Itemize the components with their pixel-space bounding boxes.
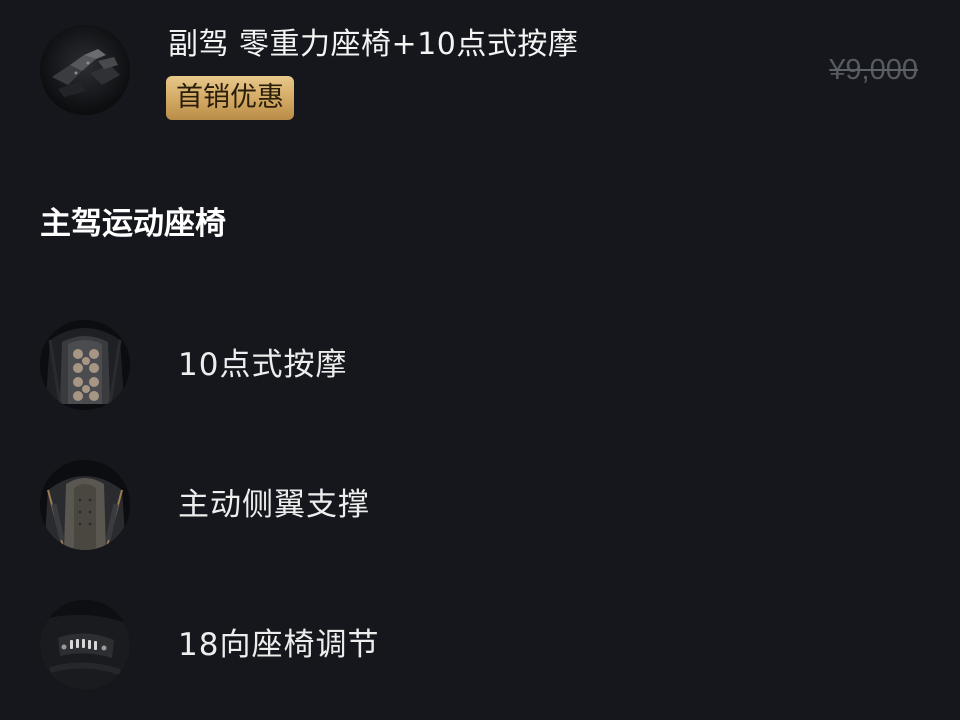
feature-label: 10点式按摩 (178, 347, 348, 383)
feature-item: 10点式按摩 (0, 315, 960, 415)
seat-massage-icon (40, 320, 130, 410)
passenger-seat-option[interactable]: 副驾 零重力座椅+10点式按摩 首销优惠 ¥9,000 (0, 0, 960, 140)
feature-label: 主动侧翼支撑 (178, 487, 370, 523)
feature-label: 18向座椅调节 (178, 627, 380, 663)
feature-item: 18向座椅调节 (0, 595, 960, 695)
seat-side-bolster-icon (40, 460, 130, 550)
feature-item: 主动侧翼支撑 (0, 455, 960, 555)
seat-adjust-controls-icon (40, 600, 130, 690)
section-title: 主驾运动座椅 (40, 206, 226, 242)
feature-thumbnail (40, 320, 130, 410)
original-price: ¥9,000 (829, 54, 918, 86)
seat-options-page: 副驾 零重力座椅+10点式按摩 首销优惠 ¥9,000 主驾运动座椅 10点式按… (0, 0, 960, 720)
option-title: 副驾 零重力座椅+10点式按摩 (168, 27, 579, 62)
feature-thumbnail (40, 600, 130, 690)
passenger-seat-thumbnail (40, 25, 130, 115)
launch-discount-badge: 首销优惠 (166, 76, 294, 120)
feature-thumbnail (40, 460, 130, 550)
reclined-seat-icon (40, 25, 130, 115)
